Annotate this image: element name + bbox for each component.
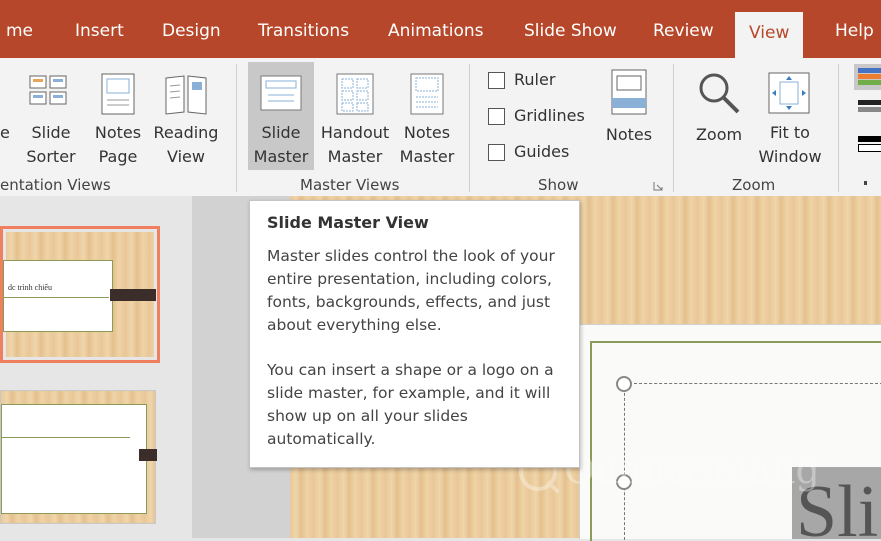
notes-master-button[interactable]: Notes Master — [396, 62, 458, 174]
grayscale-swatch — [858, 107, 881, 112]
thumbnail-title-text: dc trình chiếu — [8, 283, 52, 292]
group-divider — [236, 64, 237, 192]
notes-page-button[interactable]: Notes Page — [90, 62, 146, 174]
reading-view-label-1: Reading — [153, 123, 219, 142]
thumbnail-content-box — [1, 404, 147, 514]
tooltip-description-1: Master slides control the look of your e… — [267, 247, 555, 334]
tab-slide-show[interactable]: Slide Show — [524, 16, 617, 46]
tab-insert[interactable]: Insert — [75, 16, 124, 46]
thumbnail-title-box: dc trình chiếu — [3, 260, 113, 332]
notes-icon — [611, 69, 647, 115]
color-grayscale-buttons[interactable] — [850, 62, 881, 172]
notes-label: Notes — [605, 125, 653, 144]
color-group-label-fragment — [862, 176, 868, 194]
zoom-label: Zoom — [695, 125, 743, 144]
thumbnail-slide-1[interactable]: dc trình chiếu — [0, 226, 160, 363]
reading-view-button[interactable]: Reading View — [150, 62, 222, 174]
ribbon-view: e Slide Sorter Notes Page Reading View e… — [0, 58, 881, 197]
notes-page-label-2: Page — [98, 147, 138, 166]
tab-help[interactable]: Help — [835, 16, 874, 46]
thumbnail-accent-bar — [110, 289, 156, 301]
handout-master-label-2: Master — [327, 147, 383, 166]
group-divider — [673, 64, 674, 192]
fit-to-window-button[interactable]: Fit to Window — [752, 62, 828, 174]
slide-sorter-icon — [29, 75, 67, 105]
notes-page-label-1: Notes — [94, 123, 142, 142]
notes-master-label-1: Notes — [403, 123, 451, 142]
gridlines-checkbox-box[interactable] — [488, 108, 505, 125]
tab-design[interactable]: Design — [162, 16, 221, 46]
thumbnail-accent-bar — [139, 449, 157, 461]
color-swatch — [858, 68, 881, 73]
tab-review[interactable]: Review — [653, 16, 714, 46]
show-dialog-launcher-icon[interactable] — [653, 181, 663, 191]
bw-swatch — [858, 144, 881, 152]
presentation-views-group-label: entation Views — [0, 176, 111, 194]
reading-view-label-2: View — [167, 147, 205, 166]
slide-master-label-2: Master — [253, 147, 309, 166]
ellipsis-fragment-icon — [864, 181, 867, 185]
slide-master-tooltip: Slide Master View Master slides control … — [249, 200, 580, 468]
guides-checkbox-box[interactable] — [488, 144, 505, 161]
watermark-text: Quantrimang — [564, 448, 820, 492]
tab-home[interactable]: me — [6, 16, 33, 46]
handout-master-button[interactable]: Handout Master — [316, 62, 394, 174]
normal-view-label[interactable]: e — [0, 122, 14, 144]
thumbnail-rule — [2, 437, 130, 438]
slide-master-button[interactable]: Slide Master — [248, 62, 314, 170]
tab-transitions[interactable]: Transitions — [258, 16, 349, 46]
ribbon-tab-bar: me Insert Design Transitions Animations … — [0, 0, 881, 58]
slide-master-label-1: Slide — [261, 123, 301, 142]
slide-sorter-label-2: Sorter — [26, 147, 76, 166]
slide-sorter-button[interactable]: Slide Sorter — [22, 62, 80, 174]
notes-master-icon — [410, 73, 444, 115]
handout-master-label-1: Handout — [320, 123, 390, 142]
zoom-button[interactable]: Zoom — [688, 62, 750, 174]
ruler-checkbox-box[interactable] — [488, 72, 505, 89]
slide-sorter-label-1: Slide — [31, 123, 71, 142]
fit-to-window-icon — [768, 72, 810, 114]
tooltip-description-2: You can insert a shape or a logo on a sl… — [267, 361, 554, 448]
gridlines-checkbox[interactable]: Gridlines — [486, 104, 596, 130]
thumbnail-rule — [4, 297, 109, 298]
notes-master-label-2: Master — [399, 147, 455, 166]
guides-checkbox[interactable]: Guides — [486, 140, 596, 166]
master-views-group-label: Master Views — [300, 176, 400, 194]
notes-page-icon — [101, 73, 135, 115]
reading-view-icon — [165, 75, 207, 115]
ruler-label: Ruler — [514, 70, 556, 89]
resize-handle[interactable] — [616, 376, 632, 392]
gridlines-label: Gridlines — [514, 106, 585, 125]
fit-to-window-label-1: Fit to — [770, 123, 810, 142]
black-and-white-button[interactable] — [858, 136, 881, 154]
guides-label: Guides — [514, 142, 570, 161]
tab-animations[interactable]: Animations — [388, 16, 484, 46]
group-divider — [838, 64, 839, 192]
color-button[interactable] — [854, 64, 881, 90]
slide-thumbnail-pane[interactable]: dc trình chiếu — [0, 196, 192, 538]
grayscale-button[interactable] — [858, 100, 881, 118]
color-swatch — [858, 80, 881, 85]
fit-to-window-label-2: Window — [758, 147, 822, 166]
tab-view[interactable]: View — [735, 12, 804, 58]
slide-content-panel: Sli — [579, 324, 881, 541]
handout-master-icon — [336, 73, 374, 115]
magnifier-icon — [699, 73, 740, 114]
notes-button[interactable]: Notes — [598, 62, 660, 174]
thumbnail-slide-2[interactable] — [0, 390, 157, 524]
zoom-group-label: Zoom — [732, 176, 776, 194]
slide-master-icon — [260, 75, 302, 111]
tooltip-title: Slide Master View — [267, 213, 429, 232]
group-divider — [469, 64, 470, 192]
grayscale-swatch — [858, 100, 881, 105]
bw-swatch — [858, 136, 881, 142]
show-group-label: Show — [538, 176, 579, 194]
color-swatch — [858, 74, 881, 79]
ruler-checkbox[interactable]: Ruler — [486, 68, 596, 94]
